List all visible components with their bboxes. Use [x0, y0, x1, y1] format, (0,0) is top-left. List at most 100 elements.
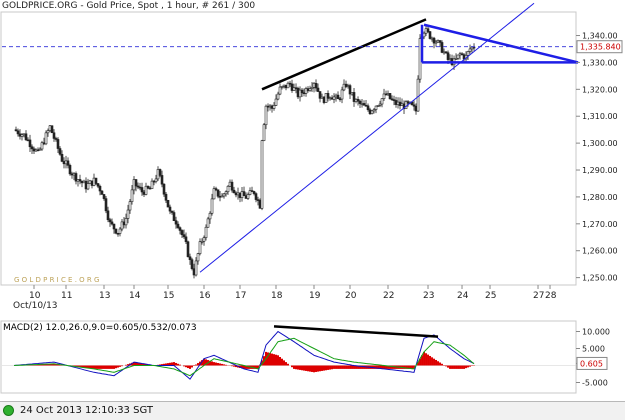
candle-body: [44, 132, 48, 145]
x-tick-label: 18: [271, 291, 283, 301]
macd-current-value-label: 0.605: [580, 359, 603, 368]
candle-body: [472, 46, 476, 49]
candle-body: [454, 58, 458, 60]
x-tick-label: 27: [533, 291, 544, 301]
candle-body: [132, 179, 136, 191]
candle-body: [174, 220, 178, 225]
candle-body: [400, 103, 404, 106]
x-tick-label: 19: [309, 291, 321, 301]
candle-body: [384, 93, 388, 96]
candle-body: [212, 188, 216, 200]
candle-body: [344, 83, 348, 87]
candle-body: [202, 237, 206, 242]
candle-body: [88, 180, 92, 184]
candle-body: [156, 169, 160, 180]
candle-body: [58, 148, 62, 155]
candle-body: [256, 199, 260, 201]
macd-title: MACD(2) 12.0,26.0,9.0=0.605/0.532/0.073: [3, 323, 197, 333]
candle-body: [314, 82, 318, 89]
candle-body: [306, 88, 310, 91]
macd-y-tick-label: -5.000: [582, 379, 608, 388]
y-tick-label: 1,260.00: [582, 247, 618, 256]
candle-body: [274, 98, 278, 106]
candle-body: [242, 191, 246, 196]
candle-body: [190, 259, 194, 269]
candle-body: [80, 180, 84, 184]
resistance-line: [261, 18, 427, 91]
candle-body: [66, 160, 70, 166]
x-tick-label: 16: [199, 291, 211, 301]
candle-body: [348, 85, 352, 95]
candle-body: [380, 98, 384, 105]
candle-body: [268, 105, 272, 108]
candle-body: [60, 153, 64, 162]
macd-y-tick-label: 10.000: [582, 328, 610, 337]
candle-body: [168, 206, 172, 212]
candle-body: [176, 223, 180, 228]
candle-body: [342, 83, 346, 91]
candle-body: [84, 180, 88, 190]
candle-body: [108, 219, 112, 223]
y-tick-label: 1,250.00: [582, 274, 618, 283]
candle-body: [354, 99, 358, 102]
candle-body: [230, 181, 234, 191]
status-timestamp: 24 Oct 2013 12:10:33 SGT: [20, 405, 153, 416]
candle-body: [430, 37, 434, 40]
y-tick-label: 1,300.00: [582, 139, 618, 148]
candle-body: [382, 93, 386, 99]
candle-body: [70, 173, 74, 176]
candle-body: [324, 93, 328, 103]
candle-body: [262, 124, 266, 141]
candle-body: [196, 253, 200, 262]
candle-body: [396, 101, 400, 105]
macd-y-tick-label: 5.000: [582, 345, 605, 354]
candle-body: [416, 78, 420, 112]
candle-body: [198, 241, 202, 254]
candle-body: [110, 221, 114, 225]
candle-body: [146, 185, 150, 189]
candle-body: [136, 185, 140, 188]
candle-body: [422, 32, 426, 38]
candle-body: [54, 138, 58, 140]
candle-body: [280, 86, 284, 88]
x-tick-label: 13: [99, 291, 110, 301]
candle-body: [96, 183, 100, 187]
candle-body: [376, 105, 380, 107]
candle-body: [448, 58, 452, 60]
candle-body: [188, 256, 192, 260]
candle-body: [140, 187, 144, 193]
candle-body: [254, 193, 258, 200]
candle-body: [172, 212, 176, 221]
candle-body: [282, 84, 286, 87]
x-tick-label: 11: [61, 291, 72, 301]
candle-body: [292, 87, 296, 91]
candle-body: [160, 175, 164, 185]
candle-body: [24, 133, 28, 141]
candle-body: [38, 148, 42, 151]
main-panel-border: [0, 11, 577, 286]
candle-body: [370, 110, 374, 114]
candle-body: [366, 105, 370, 111]
candle-body: [394, 100, 398, 105]
candle-body: [322, 96, 326, 103]
candle-body: [258, 199, 262, 209]
x-tick-label: 22: [383, 291, 394, 301]
candle-body: [424, 28, 428, 34]
candle-body: [14, 129, 18, 132]
candle-body: [178, 227, 182, 231]
candle-body: [182, 234, 186, 238]
x-tick-label: 20: [345, 291, 357, 301]
candle-body: [192, 268, 196, 276]
candle-body: [284, 84, 288, 89]
candle-body: [412, 104, 416, 107]
signal-line: [13, 337, 475, 377]
candle-body: [346, 85, 350, 87]
candle-body: [152, 180, 156, 183]
candle-body: [290, 83, 294, 91]
candle-body: [374, 105, 378, 110]
candle-body: [162, 183, 166, 195]
candle-body: [462, 54, 466, 60]
candle-body: [326, 93, 330, 99]
candle-body: [214, 188, 218, 191]
macd-divergence-line: [273, 325, 439, 338]
